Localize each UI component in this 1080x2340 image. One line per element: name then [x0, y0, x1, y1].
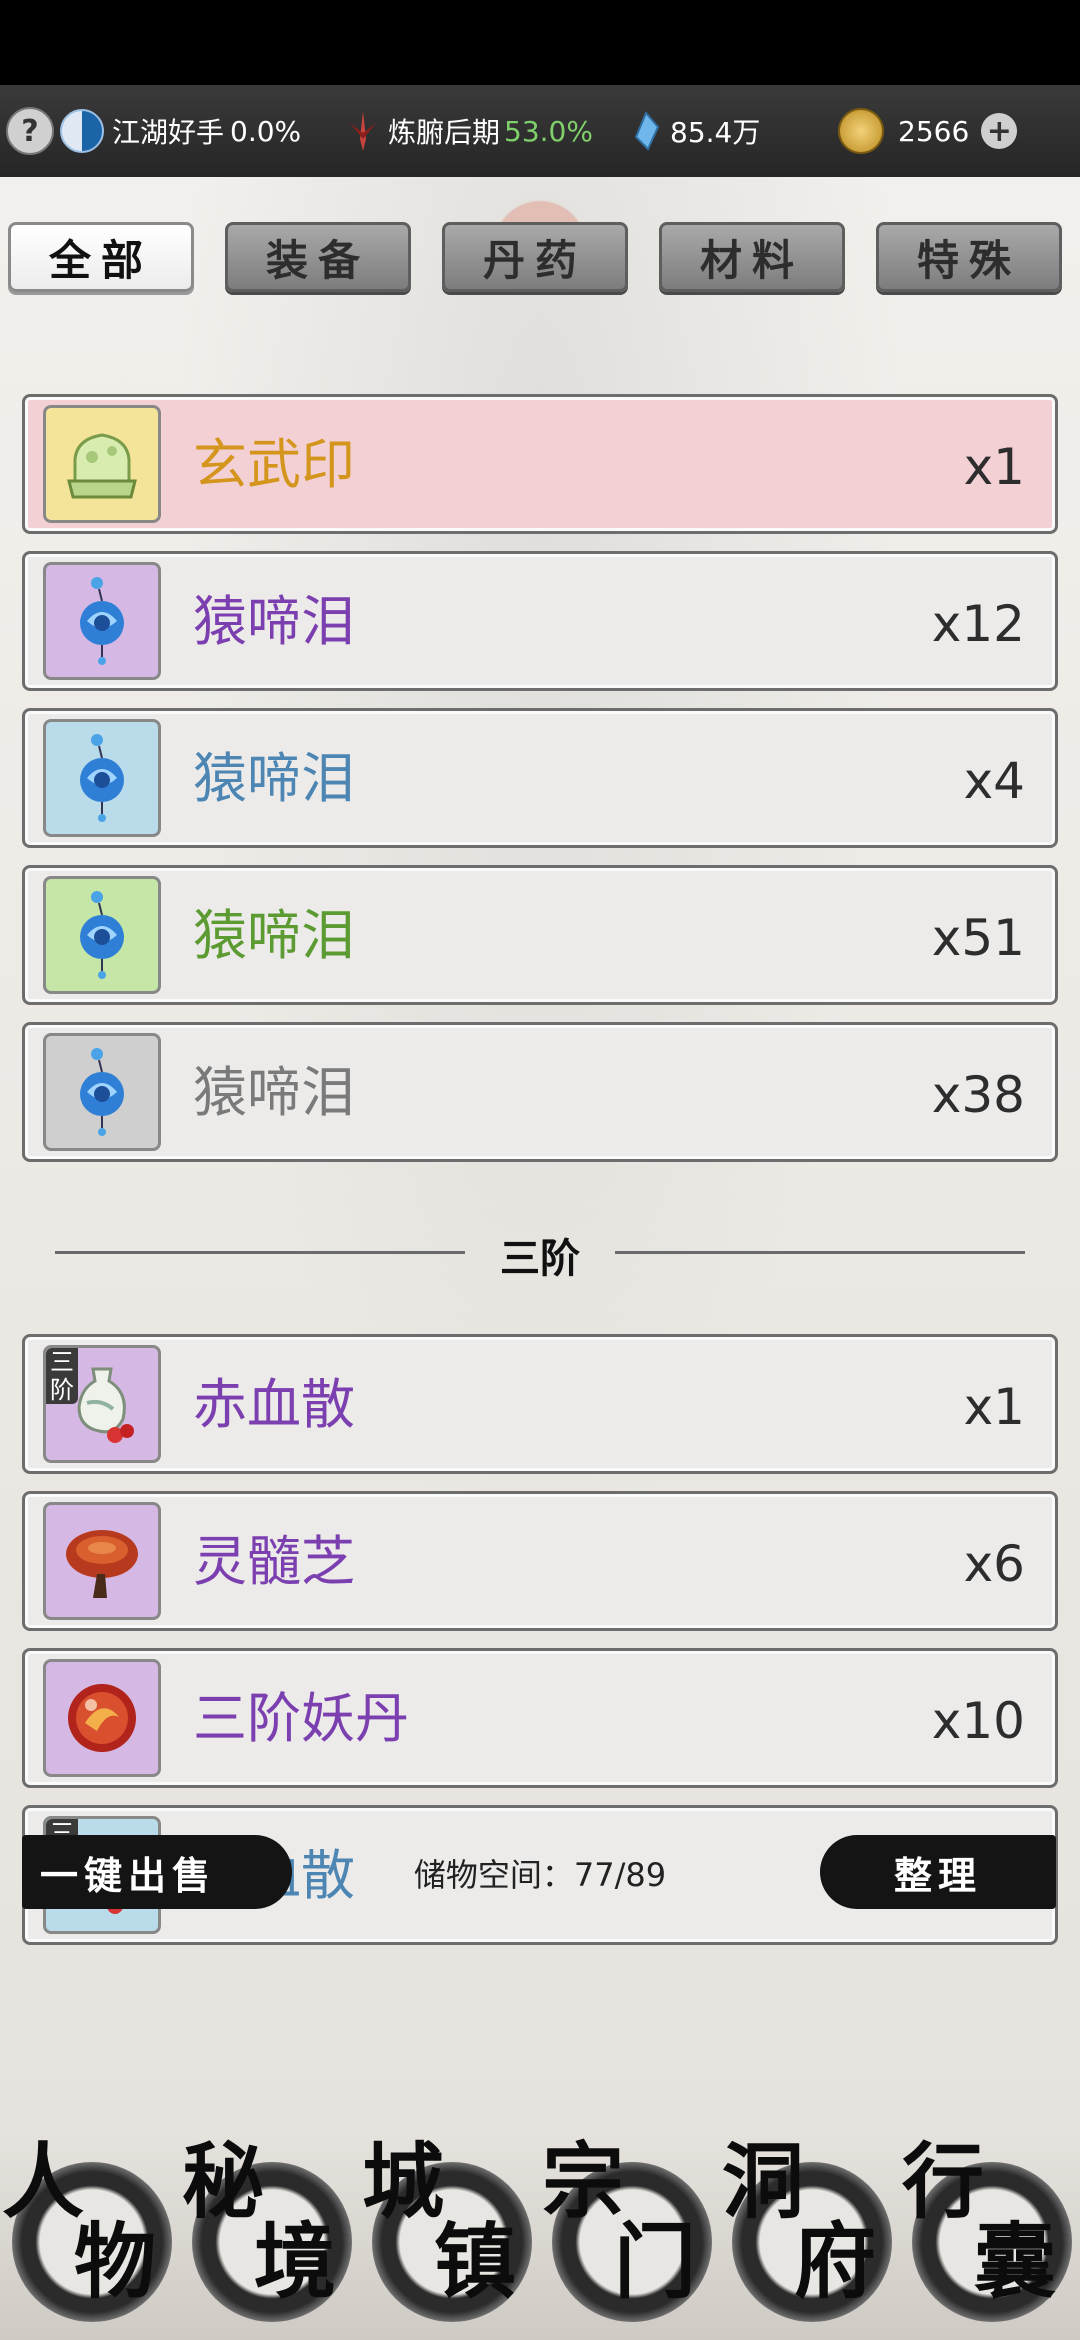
nav-label-bottom: 镇 [434, 2214, 517, 2310]
item-count: x6 [963, 1535, 1025, 1593]
spirit-stone-amount: 85.4万 [670, 116, 761, 149]
list-item[interactable]: 三阶妖丹 x10 [22, 1648, 1058, 1788]
item-count: x1 [963, 1378, 1025, 1436]
category-tabs: 全部 装备 丹药 材料 特殊 [0, 222, 1080, 302]
realm-name: 江湖好手 [112, 116, 225, 149]
tab-pills[interactable]: 丹药 [442, 222, 628, 292]
tab-materials[interactable]: 材料 [659, 222, 845, 292]
section-label: 三阶 [500, 1235, 580, 1282]
water-pendant-icon [43, 876, 161, 994]
coin-balance[interactable]: 2566 + [838, 85, 1018, 177]
tier-section-divider: 三阶 [55, 1222, 1025, 1282]
water-pendant-icon [43, 562, 161, 680]
item-count: x1 [963, 438, 1025, 496]
cultivation-name: 炼腑后期 [388, 116, 501, 149]
nav-label-top: 城 [362, 2134, 445, 2230]
item-count: x4 [963, 752, 1025, 810]
nav-character[interactable]: 人 物 [2, 2137, 182, 2327]
item-count: x12 [931, 595, 1025, 653]
item-name: 玄武印 [193, 433, 355, 496]
coin-icon [838, 108, 884, 154]
coin-amount: 2566 [898, 114, 970, 148]
list-item[interactable]: 猿啼泪 x12 [22, 551, 1058, 691]
list-item[interactable]: 猿啼泪 x51 [22, 865, 1058, 1005]
tab-special[interactable]: 特殊 [876, 222, 1062, 292]
sort-button[interactable]: 整理 [820, 1835, 1056, 1909]
nav-town[interactable]: 城 镇 [362, 2137, 542, 2327]
tab-all[interactable]: 全部 [8, 222, 194, 292]
item-name: 三阶妖丹 [193, 1687, 409, 1750]
nav-label-top: 洞 [722, 2134, 805, 2230]
help-icon: ? [6, 107, 54, 155]
water-pendant-icon [43, 1033, 161, 1151]
nav-label-top: 秘 [182, 2134, 265, 2230]
nav-label-bottom: 门 [614, 2214, 697, 2310]
cultivation-status[interactable]: 炼腑后期 53.0% [346, 85, 593, 177]
item-count: x38 [931, 1066, 1025, 1124]
list-item[interactable]: 玄武印 x1 [22, 394, 1058, 534]
item-name: 猿啼泪 [193, 904, 355, 967]
item-count: x51 [931, 909, 1025, 967]
spirit-crystal-icon [632, 111, 660, 151]
nav-sect[interactable]: 宗 门 [542, 2137, 722, 2327]
nav-label-bottom: 府 [794, 2214, 877, 2310]
list-item[interactable]: 三阶 赤血散 x1 [22, 1334, 1058, 1474]
water-pendant-icon [43, 719, 161, 837]
item-name: 灵髓芝 [193, 1530, 355, 1593]
list-item[interactable]: 灵髓芝 x6 [22, 1491, 1058, 1631]
sort-label: 整理 [893, 1852, 982, 1898]
realm-progress: 0.0% [230, 114, 302, 148]
add-coin-button[interactable]: + [981, 113, 1018, 149]
spirit-stone-balance[interactable]: 85.4万 [632, 85, 760, 177]
nav-label-bottom: 境 [254, 2214, 337, 2310]
help-button[interactable]: ? [6, 85, 54, 177]
nav-label-top: 宗 [542, 2134, 625, 2230]
tier-badge: 三阶 [46, 1348, 78, 1404]
item-name: 猿啼泪 [193, 1061, 355, 1124]
demon-core-icon [43, 1659, 161, 1777]
yin-yang-icon [60, 109, 104, 153]
item-name: 赤血散 [193, 1373, 355, 1436]
medicine-bottle-icon: 三阶 [43, 1345, 161, 1463]
status-bar [0, 0, 1080, 85]
nav-secret-realm[interactable]: 秘 境 [182, 2137, 362, 2327]
realm-status[interactable]: 江湖好手 0.0% [60, 85, 301, 177]
sword-emblem-icon [346, 109, 380, 153]
nav-label-bottom: 物 [74, 2214, 157, 2310]
nav-label-bottom: 囊 [974, 2214, 1057, 2310]
lingzhi-mushroom-icon [43, 1502, 161, 1620]
nav-label-top: 行 [902, 2134, 985, 2230]
item-name: 猿啼泪 [193, 590, 355, 653]
tab-equipment[interactable]: 装备 [225, 222, 411, 292]
cultivation-progress: 53.0% [504, 114, 593, 148]
nav-label-top: 人 [2, 2134, 85, 2230]
list-item[interactable]: 猿啼泪 x4 [22, 708, 1058, 848]
jade-seal-icon [43, 405, 161, 523]
list-item[interactable]: 猿啼泪 x38 [22, 1022, 1058, 1162]
top-resource-bar: ? 江湖好手 0.0% 炼腑后期 53.0% 85.4万 2566 + [0, 85, 1080, 177]
bottom-navigation: 人 物 秘 境 城 镇 宗 门 洞 府 行 囊 [0, 2127, 1080, 2340]
nav-bag[interactable]: 行 囊 [902, 2137, 1080, 2327]
item-name: 猿啼泪 [193, 747, 355, 810]
nav-cave-dwelling[interactable]: 洞 府 [722, 2137, 902, 2327]
item-count: x10 [931, 1692, 1025, 1750]
